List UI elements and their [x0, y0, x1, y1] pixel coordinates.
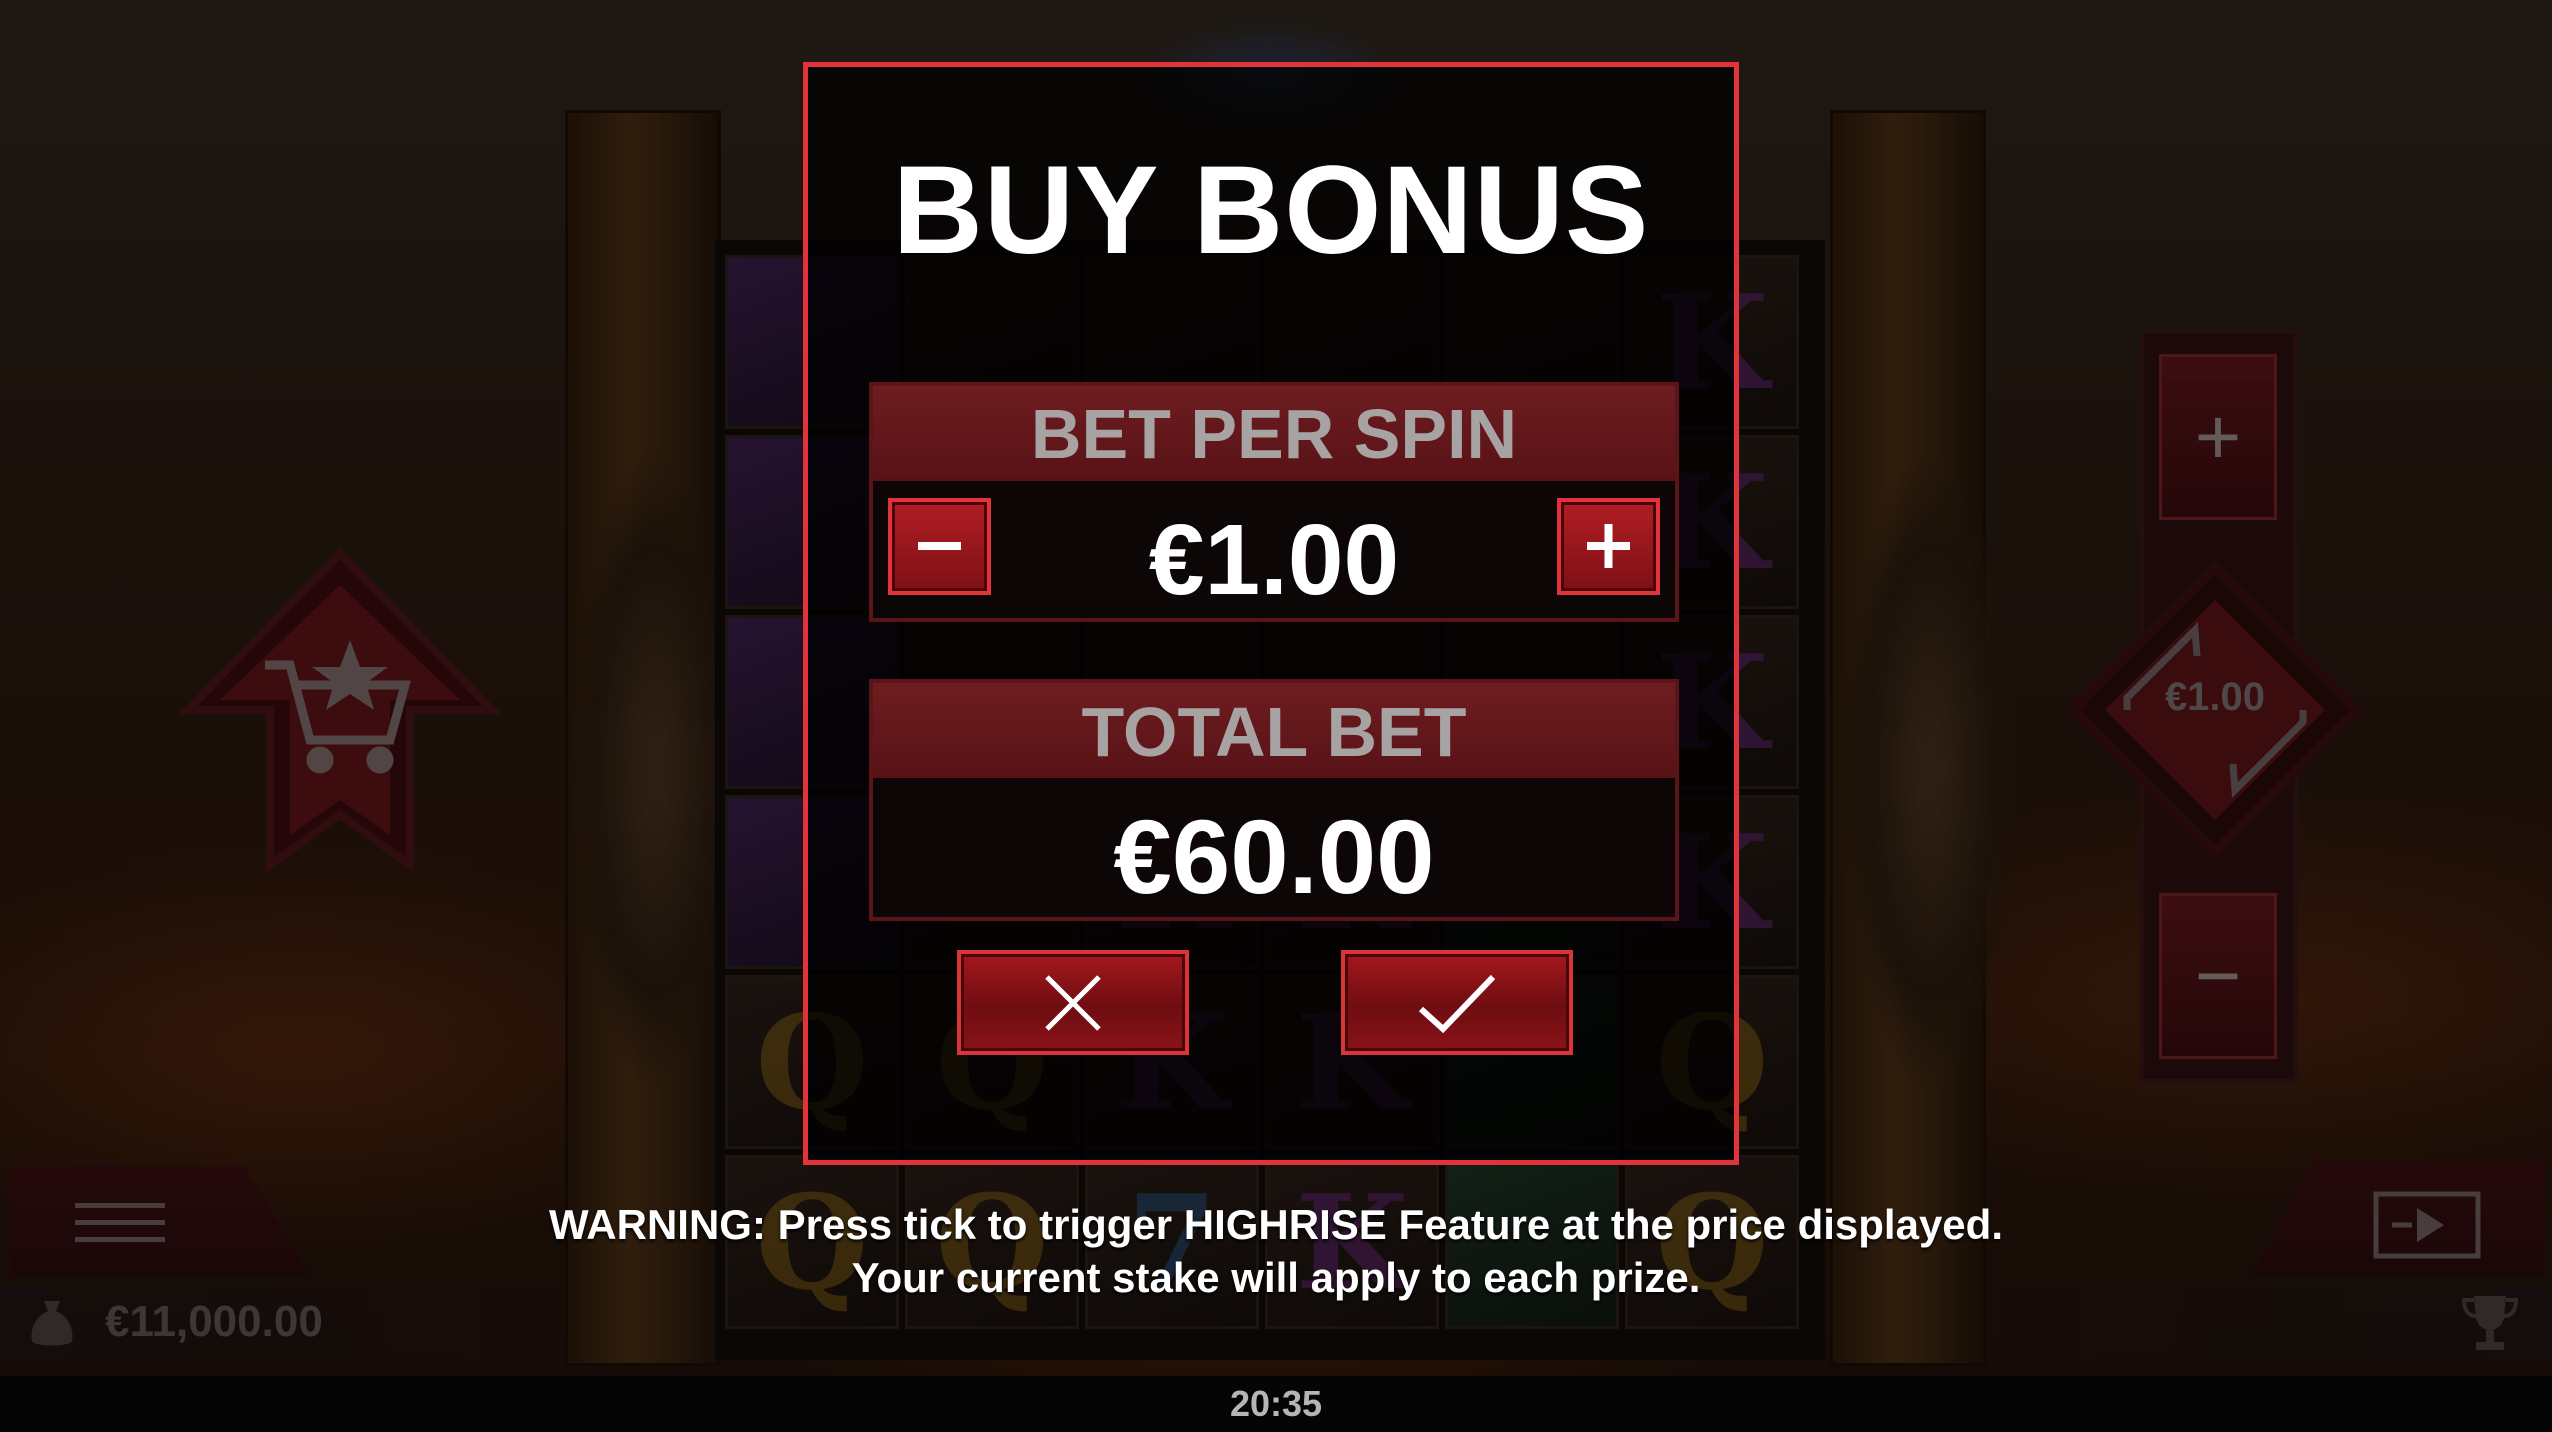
total-bet-value: €60.00 [1113, 799, 1435, 916]
bet-per-spin-value: €1.00 [1148, 504, 1400, 616]
bet-per-spin-panel: BET PER SPIN €1.00 [869, 382, 1679, 622]
warning-message: WARNING: Press tick to trigger HIGHRISE … [0, 1198, 2552, 1304]
increase-bet-button[interactable] [1557, 498, 1660, 595]
close-icon [1045, 974, 1101, 1031]
clock-time: 20:35 [1229, 1383, 1323, 1424]
warning-line-2: Your current stake will apply to each pr… [851, 1254, 1701, 1301]
warning-line-1: WARNING: Press tick to trigger HIGHRISE … [548, 1201, 2003, 1248]
total-bet-panel: TOTAL BET €60.00 [869, 679, 1679, 921]
dialog-title: BUY BONUS [892, 141, 1650, 280]
cancel-button[interactable] [957, 950, 1189, 1055]
total-bet-label: TOTAL BET [873, 683, 1675, 778]
plus-icon [1587, 524, 1630, 568]
checkmark-icon [1418, 974, 1496, 1033]
buy-bonus-dialog: BUY BONUS BET PER SPIN €1.00 TOTAL BET €… [803, 62, 1739, 1165]
confirm-button[interactable] [1341, 950, 1573, 1055]
bet-per-spin-label: BET PER SPIN [873, 386, 1675, 481]
